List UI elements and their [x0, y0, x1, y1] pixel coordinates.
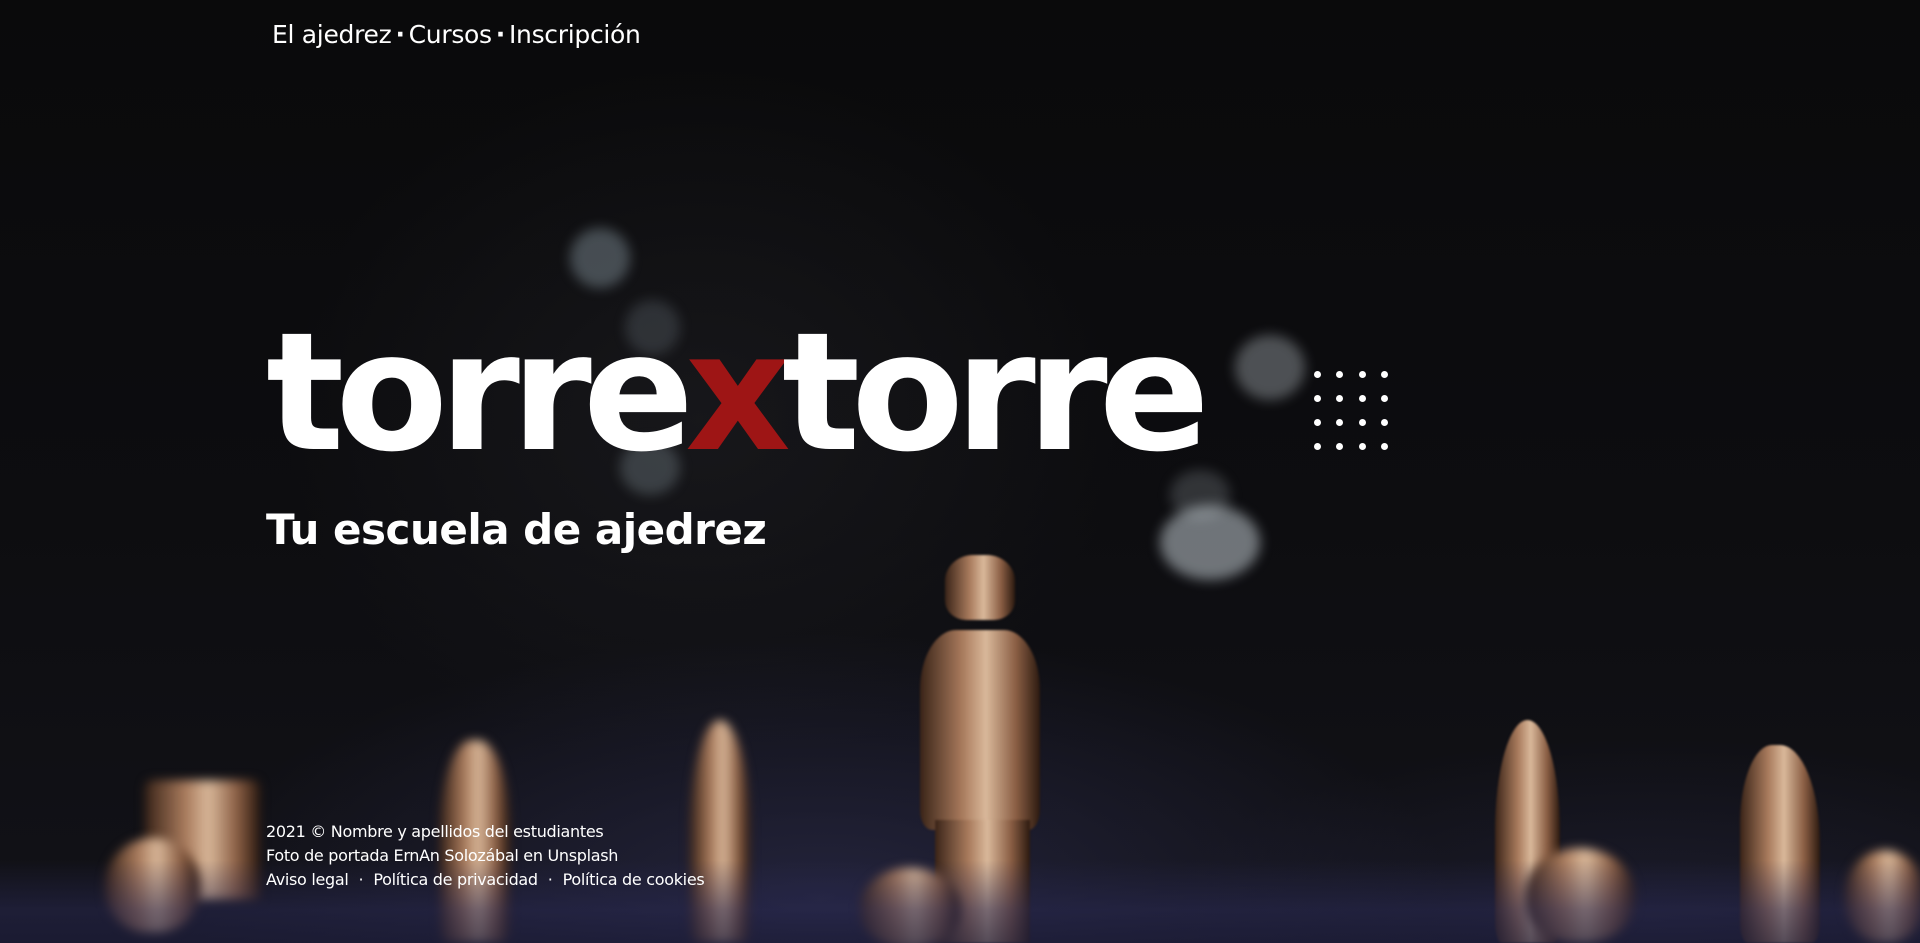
- nav-link-el-ajedrez[interactable]: El ajedrez: [272, 20, 392, 49]
- site-logo-title: torrextorre: [266, 308, 1210, 478]
- bokeh-light: [570, 228, 630, 288]
- logo-accent-x: x: [685, 297, 791, 488]
- nav-separator: ·: [495, 20, 506, 49]
- site-footer: 2021 © Nombre y apellidos del estudiante…: [266, 820, 705, 892]
- footer-separator: ·: [547, 870, 553, 889]
- dot-grid-decoration: [1306, 362, 1396, 458]
- footer-link-aviso-legal[interactable]: Aviso legal: [266, 870, 349, 889]
- footer-link-privacidad[interactable]: Política de privacidad: [373, 870, 538, 889]
- footer-copyright: 2021 © Nombre y apellidos del estudiante…: [266, 822, 604, 841]
- nav-separator: ·: [395, 20, 405, 49]
- hero-subtitle: Tu escuela de ajedrez: [266, 505, 767, 554]
- nav-link-inscripcion[interactable]: Inscripción: [509, 20, 641, 49]
- nav-link-cursos[interactable]: Cursos: [409, 20, 492, 49]
- main-nav: El ajedrez · Cursos · Inscripción: [272, 20, 641, 49]
- logo-word-2: torre: [781, 297, 1210, 488]
- footer-separator: ·: [358, 870, 364, 889]
- king-piece: [945, 555, 1015, 620]
- bokeh-light: [1235, 335, 1305, 400]
- king-piece: [920, 630, 1040, 830]
- logo-word-1: torre: [266, 297, 694, 488]
- footer-link-cookies[interactable]: Política de cookies: [563, 870, 705, 889]
- footer-photo-credit: Foto de portada ErnAn Solozábal en Unspl…: [266, 846, 619, 865]
- footer-legal-links: Aviso legal · Política de privacidad · Polít…: [266, 868, 705, 892]
